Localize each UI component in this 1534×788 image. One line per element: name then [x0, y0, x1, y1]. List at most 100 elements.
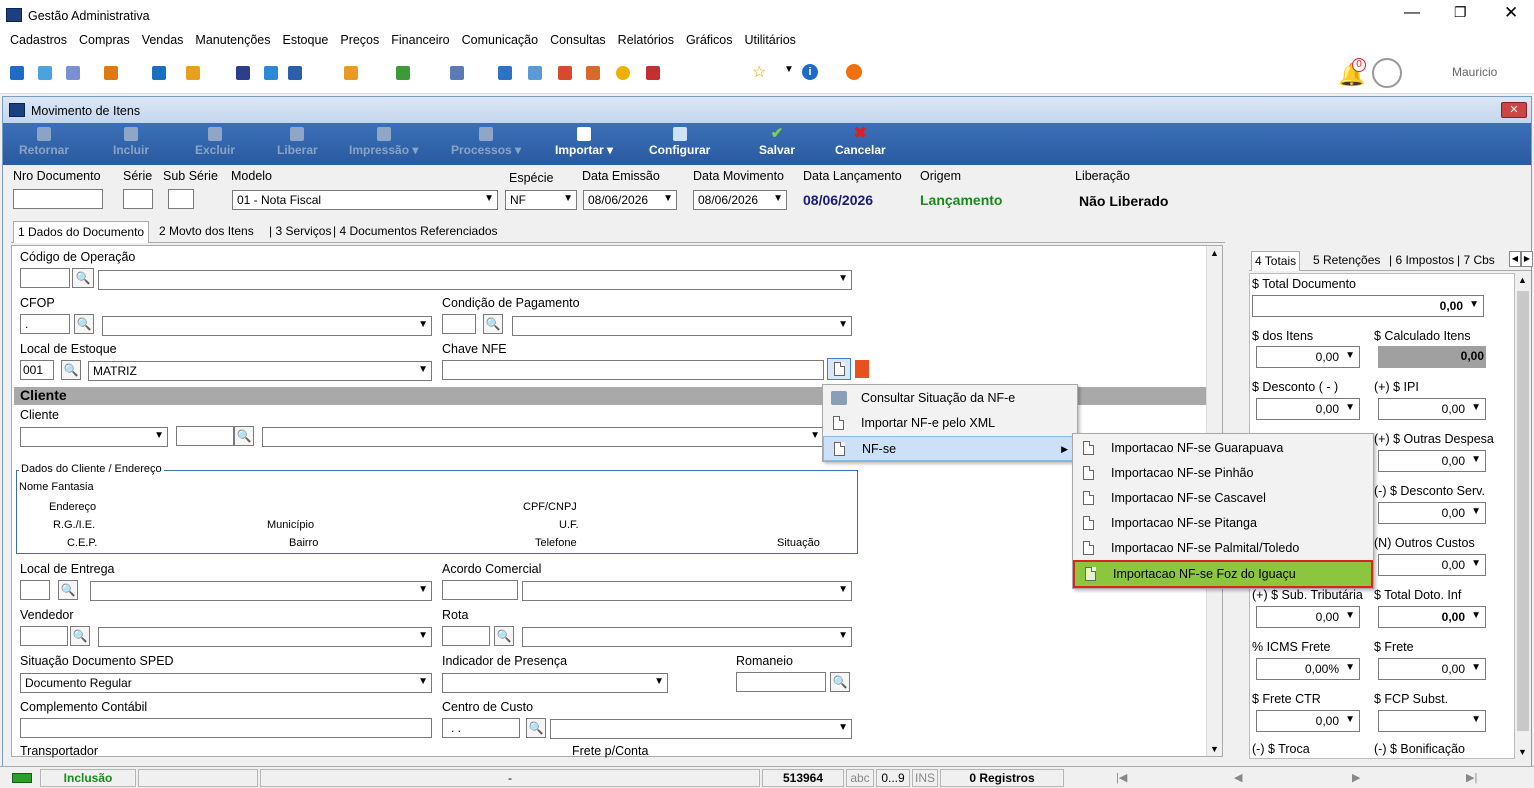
search-icon[interactable]: 🔍: [70, 626, 90, 646]
vendedor-input[interactable]: [20, 626, 68, 646]
outras-despesas-value[interactable]: 0,00 ▼: [1378, 450, 1486, 472]
configurar-button[interactable]: Configurar: [649, 127, 710, 157]
acordo-comercial-select[interactable]: ▼: [522, 581, 852, 601]
menu-item-6[interactable]: Financeiro: [391, 33, 449, 47]
toolbar-icon[interactable]: [38, 66, 52, 80]
menu-item-importar-xml[interactable]: Importar NF-e pelo XML: [823, 411, 1077, 436]
total-documento-value[interactable]: 0,00 ▼: [1252, 295, 1484, 317]
acordo-comercial-input[interactable]: [442, 580, 518, 600]
tab-dados-documento[interactable]: 1 Dados do Documento: [13, 221, 150, 243]
impressao-button[interactable]: Impressão ▾: [349, 127, 418, 157]
toolbar-icon[interactable]: [152, 66, 166, 80]
excluir-button[interactable]: Excluir: [195, 127, 235, 157]
total-doto-inf-value[interactable]: 0,00 ▼: [1378, 606, 1486, 628]
menu-item-8[interactable]: Consultas: [550, 33, 606, 47]
liberar-button[interactable]: Liberar: [277, 127, 318, 157]
totais-scrollbar[interactable]: ▲ ▼: [1515, 273, 1531, 759]
ipi-value[interactable]: 0,00 ▼: [1378, 398, 1486, 420]
menu-item-5[interactable]: Preços: [340, 33, 379, 47]
menu-item-7[interactable]: Comunicação: [462, 33, 538, 47]
toolbar-icon[interactable]: [236, 66, 250, 80]
first-record-icon[interactable]: |◀: [1116, 771, 1127, 784]
cliente-type-select[interactable]: ▼: [20, 427, 168, 447]
search-icon[interactable]: 🔍: [61, 360, 81, 380]
cfop-input[interactable]: .: [20, 314, 70, 334]
salvar-button[interactable]: ✔ Salvar: [759, 126, 795, 157]
toolbar-icon[interactable]: [586, 66, 600, 80]
cliente-select[interactable]: ▼: [262, 427, 824, 447]
especie-select[interactable]: NF ▼: [505, 190, 577, 210]
dos-itens-value[interactable]: 0,00 ▼: [1256, 346, 1360, 368]
menu-item-0[interactable]: Cadastros: [10, 33, 67, 47]
toolbar-icon[interactable]: [264, 66, 278, 80]
next-record-icon[interactable]: ▶: [1352, 771, 1360, 784]
menu-item-consultar-situacao[interactable]: Consultar Situação da NF-e: [823, 386, 1077, 411]
import-document-icon[interactable]: [827, 358, 851, 380]
cancelar-button[interactable]: ✖ Cancelar: [835, 126, 886, 158]
minimize-icon[interactable]: —: [1404, 4, 1420, 22]
situacao-sped-select[interactable]: Documento Regular ▼: [20, 673, 432, 693]
menu-item-3[interactable]: Manutenções: [195, 33, 270, 47]
centro-custo-select[interactable]: ▼: [550, 719, 852, 739]
codigo-operacao-select[interactable]: ▼: [98, 270, 852, 290]
nro-documento-input[interactable]: [13, 189, 103, 209]
cfop-select[interactable]: ▼: [102, 316, 432, 336]
bell-icon[interactable]: 🔔 0: [1338, 58, 1368, 88]
vendedor-select[interactable]: ▼: [98, 627, 432, 647]
search-icon[interactable]: 🔍: [494, 626, 514, 646]
toolbar-icon[interactable]: [646, 66, 660, 80]
menu-item-guarapuava[interactable]: Importacao NF-se Guarapuava: [1073, 436, 1373, 461]
local-entrega-select[interactable]: ▼: [90, 581, 432, 601]
codigo-operacao-input[interactable]: [20, 268, 70, 288]
toolbar-icon[interactable]: [558, 66, 572, 80]
menu-item-foz-do-iguacu[interactable]: Importacao NF-se Foz do Iguaçu: [1073, 560, 1373, 588]
desconto-value[interactable]: 0,00 ▼: [1256, 398, 1360, 420]
toolbar-icon[interactable]: [616, 66, 630, 80]
chave-nfe-input[interactable]: [442, 360, 824, 380]
toolbar-icon[interactable]: [66, 66, 80, 80]
menu-item-2[interactable]: Vendas: [142, 33, 184, 47]
sub-tributaria-value[interactable]: 0,00 ▼: [1256, 606, 1360, 628]
search-icon[interactable]: 🔍: [526, 718, 546, 738]
incluir-button[interactable]: Incluir: [113, 127, 149, 157]
child-close-icon[interactable]: ✕: [1501, 102, 1527, 118]
toolbar-icon[interactable]: [186, 66, 200, 80]
retornar-button[interactable]: Retornar: [19, 127, 69, 157]
close-icon[interactable]: ✕: [1504, 3, 1518, 23]
star-icon[interactable]: ☆: [752, 62, 766, 82]
tab-servicos[interactable]: | 3 Serviços: [269, 224, 331, 238]
toolbar-icon[interactable]: [396, 66, 410, 80]
data-movimento-input[interactable]: 08/06/2026 ▼: [693, 190, 787, 210]
menu-item-10[interactable]: Gráficos: [686, 33, 733, 47]
toolbar-icon[interactable]: [344, 66, 358, 80]
search-icon[interactable]: 🔍: [72, 268, 94, 288]
tab-cbs[interactable]: | 7 Cbs: [1457, 253, 1495, 267]
icms-frete-value[interactable]: 0,00% ▼: [1256, 658, 1360, 680]
search-icon[interactable]: 🔍: [830, 672, 850, 692]
search-icon[interactable]: 🔍: [234, 426, 254, 446]
toolbar-icon[interactable]: [498, 66, 512, 80]
serie-input[interactable]: [123, 189, 153, 209]
frete-ctr-value[interactable]: 0,00 ▼: [1256, 710, 1360, 732]
last-record-icon[interactable]: ▶|: [1466, 771, 1477, 784]
menu-item-11[interactable]: Utilitários: [745, 33, 796, 47]
search-icon[interactable]: 🔍: [74, 314, 94, 334]
sub-serie-input[interactable]: [168, 189, 194, 209]
modelo-select[interactable]: 01 - Nota Fiscal ▼: [232, 190, 498, 210]
tab-movto-itens[interactable]: 2 Movto dos Itens: [159, 224, 254, 238]
menu-item-cascavel[interactable]: Importacao NF-se Cascavel: [1073, 486, 1373, 511]
toolbar-icon[interactable]: [450, 66, 464, 80]
menu-item-4[interactable]: Estoque: [282, 33, 328, 47]
centro-custo-input[interactable]: . .: [442, 718, 520, 738]
menu-item-1[interactable]: Compras: [79, 33, 130, 47]
local-estoque-select[interactable]: MATRIZ ▼: [88, 361, 432, 381]
frete-value[interactable]: 0,00 ▼: [1378, 658, 1486, 680]
importar-button[interactable]: Importar ▾: [555, 127, 613, 157]
local-estoque-code[interactable]: 001: [20, 360, 54, 380]
toolbar-icon[interactable]: [528, 66, 542, 80]
prev-record-icon[interactable]: ◀: [1234, 771, 1242, 784]
condicao-pagamento-input[interactable]: [442, 314, 476, 334]
fcp-subst-value[interactable]: ▼: [1378, 710, 1486, 732]
toolbar-icon[interactable]: [288, 66, 302, 80]
tab-impostos[interactable]: | 6 Impostos: [1389, 253, 1454, 267]
